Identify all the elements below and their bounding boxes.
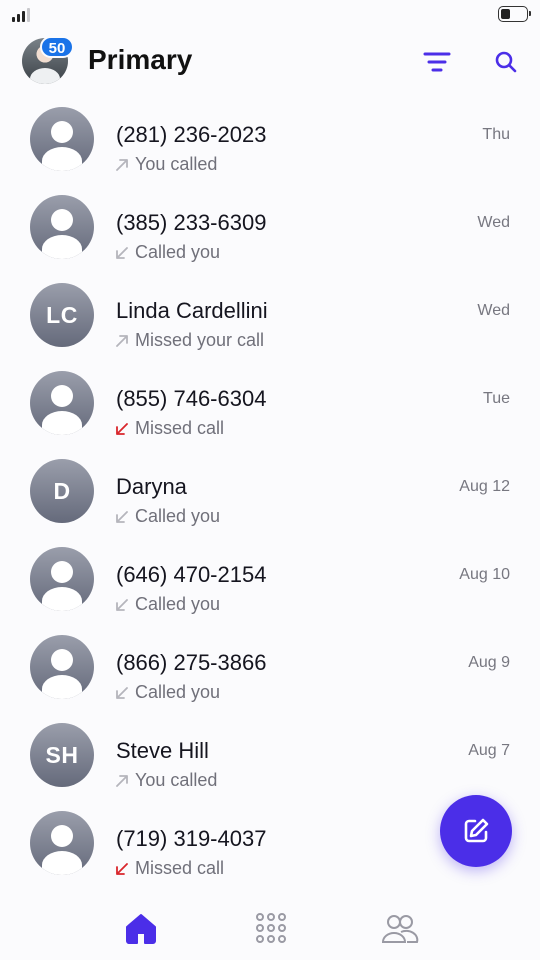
call-date: Thu: [482, 126, 510, 143]
call-row[interactable]: D Daryna Called you Aug 12: [0, 444, 540, 532]
call-row[interactable]: LC Linda Cardellini Missed your call Wed: [0, 268, 540, 356]
call-status-text: Called you: [135, 242, 221, 262]
avatar-initials: D: [53, 477, 71, 504]
contact-name: Daryna: [116, 474, 187, 499]
call-status-text: Missed your call: [135, 330, 265, 350]
filter-button[interactable]: [420, 48, 454, 76]
call-row[interactable]: (281) 236-2023 You called Thu: [0, 92, 540, 180]
missed-call-icon: [114, 861, 130, 877]
contact-name: (646) 470-2154: [116, 562, 267, 587]
contact-name: (719) 319-4037: [116, 826, 267, 851]
incoming-call-icon: [114, 509, 130, 525]
header: 50 Primary: [0, 36, 540, 88]
contact-name: Linda Cardellini: [116, 298, 268, 323]
call-date: Aug 10: [459, 566, 510, 583]
contact-avatar: [30, 195, 94, 259]
compose-button[interactable]: [440, 795, 512, 867]
contact-name: (281) 236-2023: [116, 122, 267, 147]
incoming-call-icon: [114, 685, 130, 701]
contact-avatar: SH: [30, 723, 94, 787]
signal-icon: [12, 8, 30, 22]
call-date: Wed: [477, 214, 510, 231]
call-date: Aug 9: [468, 654, 510, 671]
contact-name: (866) 275-3866: [116, 650, 267, 675]
contact-name: (855) 746-6304: [116, 386, 267, 411]
call-row[interactable]: (866) 275-3866 Called you Aug 9: [0, 620, 540, 708]
incoming-call-icon: [114, 597, 130, 613]
call-status: Missed call: [114, 858, 224, 879]
call-status: Missed your call: [114, 330, 264, 351]
call-status-text: You called: [135, 154, 218, 174]
call-status-text: Called you: [135, 682, 221, 702]
call-list: (281) 236-2023 You called Thu (385) 233-630…: [0, 92, 540, 884]
notification-badge: 50: [40, 36, 74, 58]
battery-icon: [498, 6, 531, 22]
contact-name: (385) 233-6309: [116, 210, 267, 235]
incoming-call-icon: [114, 245, 130, 261]
avatar-initials: LC: [46, 301, 78, 328]
contact-name: Steve Hill: [116, 738, 209, 763]
call-date: Tue: [483, 390, 510, 407]
call-status: Called you: [114, 506, 220, 527]
call-status-text: You called: [135, 770, 218, 790]
contact-avatar: [30, 635, 94, 699]
tab-home[interactable]: [121, 908, 161, 948]
filter-icon: [423, 52, 451, 72]
missed-call-icon: [114, 421, 130, 437]
call-row[interactable]: (646) 470-2154 Called you Aug 10: [0, 532, 540, 620]
call-date: Wed: [477, 302, 510, 319]
call-status-text: Called you: [135, 506, 221, 526]
contact-avatar: [30, 371, 94, 435]
keypad-icon: [256, 913, 286, 943]
call-row[interactable]: (385) 233-6309 Called you Wed: [0, 180, 540, 268]
outgoing-call-icon: [114, 157, 130, 173]
outgoing-call-icon: [114, 333, 130, 349]
call-status-text: Missed call: [135, 858, 225, 878]
tab-contacts[interactable]: [380, 908, 420, 948]
call-status: Missed call: [114, 418, 224, 439]
search-button[interactable]: [490, 46, 522, 78]
call-row[interactable]: SH Steve Hill You called Aug 7: [0, 708, 540, 796]
call-status: Called you: [114, 242, 220, 263]
contacts-icon: [381, 915, 419, 943]
contact-avatar: LC: [30, 283, 94, 347]
contact-avatar: D: [30, 459, 94, 523]
call-date: Aug 12: [459, 478, 510, 495]
call-row[interactable]: (855) 746-6304 Missed call Tue: [0, 356, 540, 444]
call-status: Called you: [114, 594, 220, 615]
call-status: You called: [114, 154, 217, 175]
home-icon: [126, 914, 156, 944]
contact-avatar: [30, 547, 94, 611]
contact-avatar: [30, 811, 94, 875]
call-status: You called: [114, 770, 217, 791]
page-title[interactable]: Primary: [88, 44, 192, 76]
compose-icon: [464, 818, 489, 843]
avatar-initials: SH: [45, 741, 79, 768]
search-icon: [495, 51, 517, 73]
tab-bar: [0, 888, 540, 960]
call-status-text: Missed call: [135, 418, 225, 438]
call-status-text: Called you: [135, 594, 221, 614]
tab-keypad[interactable]: [251, 908, 291, 948]
contact-avatar: [30, 107, 94, 171]
call-status: Called you: [114, 682, 220, 703]
status-bar: [0, 0, 540, 30]
call-date: Aug 7: [468, 742, 510, 759]
outgoing-call-icon: [114, 773, 130, 789]
